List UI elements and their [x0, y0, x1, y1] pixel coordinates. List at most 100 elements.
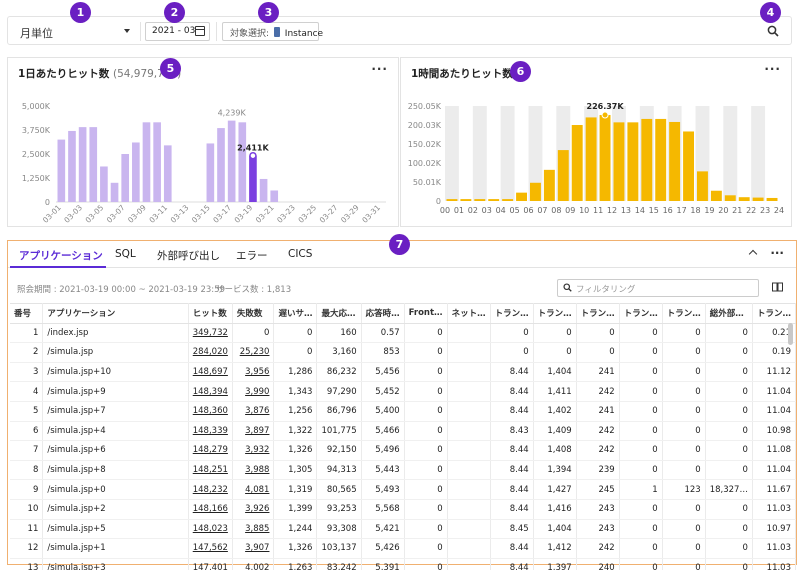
column-header[interactable]: 番号 — [10, 303, 44, 324]
fail-count-link[interactable]: 3,926 — [232, 499, 275, 520]
table-cell: 242 — [576, 421, 620, 442]
fail-count-link[interactable]: 3,988 — [232, 460, 275, 481]
bar — [68, 130, 76, 202]
table-cell: 93,253 — [316, 499, 362, 520]
fail-count-link[interactable]: 3,990 — [232, 381, 275, 402]
column-header[interactable]: トラン… — [752, 303, 797, 324]
table-cell: 0 — [404, 401, 448, 422]
table-row[interactable]: 7/simula.jsp+6 148,279 3,932 1,326 92,150 5,4… — [10, 440, 797, 461]
y-tick-label: 0 — [436, 197, 441, 206]
table-cell: 0 — [662, 421, 706, 442]
fail-count-link[interactable]: 3,956 — [232, 362, 275, 383]
column-header[interactable]: アプリケーション — [42, 303, 189, 324]
hit-count-link[interactable]: 148,339 — [188, 421, 233, 442]
more-menu-icon[interactable]: ··· — [371, 62, 388, 76]
table-cell: 0 — [619, 421, 663, 442]
fail-count-link[interactable]: 3,932 — [232, 440, 275, 461]
column-header[interactable]: トラン… — [662, 303, 706, 324]
table-row[interactable]: 3/simula.jsp+10 148,697 3,956 1,286 86,232 5,… — [10, 362, 797, 383]
fail-count-link[interactable]: 25,230 — [232, 342, 275, 363]
table-row[interactable]: 11/simula.jsp+5 148,023 3,885 1,244 93,308 5,… — [10, 519, 797, 540]
x-tick-label: 03-11 — [147, 203, 169, 225]
table-cell: 9 — [10, 479, 44, 500]
y-tick-label: 2,500K — [22, 150, 51, 159]
bar — [100, 166, 108, 202]
hit-count-link[interactable]: 148,166 — [188, 499, 233, 520]
tab-sql[interactable]: SQL — [115, 248, 136, 260]
column-header[interactable]: 失敗数 — [232, 303, 275, 324]
table-row[interactable]: 8/simula.jsp+8 148,251 3,988 1,305 94,313 5,4… — [10, 460, 797, 481]
fail-count-link[interactable]: 3,897 — [232, 421, 275, 442]
search-icon[interactable] — [767, 25, 779, 37]
column-header[interactable]: 総外部… — [705, 303, 753, 324]
table-row[interactable]: 10/simula.jsp+2 148,166 3,926 1,399 93,253 5,… — [10, 499, 797, 520]
table-cell: 5,466 — [361, 421, 405, 442]
table-cell: 86,232 — [316, 362, 362, 383]
chevron-down-icon[interactable] — [124, 29, 130, 33]
hit-count-link[interactable]: 148,023 — [188, 519, 233, 540]
table-row[interactable]: 2/simula.jsp 284,020 25,230 0 3,160 853 0 0 0 0 0 0… — [10, 342, 797, 363]
table-cell: 1,404 — [533, 519, 577, 540]
fail-count-link[interactable]: 3,885 — [232, 519, 275, 540]
table-cell: 0 — [404, 323, 448, 344]
table-cell: 101,775 — [316, 421, 362, 442]
table-cell — [447, 440, 491, 461]
more-menu-icon[interactable]: ··· — [764, 62, 781, 76]
column-header[interactable]: 応答時… — [361, 303, 405, 324]
target-select-button[interactable]: 対象選択: Instance — [222, 22, 323, 41]
hit-count-link[interactable]: 148,394 — [188, 381, 233, 402]
date-picker[interactable]: 2021 - 03 — [145, 22, 210, 41]
column-header[interactable]: トラン… — [490, 303, 534, 324]
table-row[interactable]: 4/simula.jsp+9 148,394 3,990 1,343 97,290 5,4… — [10, 381, 797, 402]
hit-count-link[interactable]: 147,401 — [188, 558, 233, 570]
tab-cics[interactable]: CICS — [288, 248, 312, 260]
hit-count-link[interactable]: 284,020 — [188, 342, 233, 363]
collapse-icon[interactable] — [748, 249, 758, 259]
column-header[interactable]: 最大応… — [316, 303, 362, 324]
hit-count-link[interactable]: 148,279 — [188, 440, 233, 461]
x-tick-label: 03 — [482, 206, 492, 215]
table-row[interactable]: 9/simula.jsp+0 148,232 4,081 1,319 80,565 5,4… — [10, 479, 797, 500]
table-row[interactable]: 1/index.jsp 349,732 0 0 160 0.57 0 0 0 0 0 0 0 0.21 — [10, 323, 797, 344]
tab-error[interactable]: エラー — [236, 248, 268, 263]
table-cell: 11.04 — [752, 381, 797, 402]
filter-input[interactable]: フィルタリング — [557, 279, 759, 297]
fail-count-link[interactable]: 4,002 — [232, 558, 275, 570]
table-row[interactable]: 6/simula.jsp+4 148,339 3,897 1,322 101,775 5,… — [10, 421, 797, 442]
hit-count-link[interactable]: 147,562 — [188, 538, 233, 559]
column-header[interactable]: ネット… — [447, 303, 491, 324]
bar — [710, 190, 722, 201]
table-cell: 0 — [404, 499, 448, 520]
table-cell: 245 — [576, 479, 620, 500]
table-cell: 0 — [705, 538, 753, 559]
fail-count-link[interactable]: 4,081 — [232, 479, 275, 500]
hit-count-link[interactable]: 148,232 — [188, 479, 233, 500]
scrollbar-thumb[interactable] — [788, 323, 793, 345]
table-row[interactable]: 13/simula.jsp+3 147,401 4,002 1,263 83,242 5,… — [10, 558, 797, 570]
tab-application[interactable]: アプリケーション — [19, 248, 103, 263]
column-header[interactable]: トラン… — [619, 303, 663, 324]
fail-count-link[interactable]: 0 — [232, 323, 275, 344]
hit-count-link[interactable]: 148,697 — [188, 362, 233, 383]
x-tick-label: 11 — [593, 206, 603, 215]
calendar-icon[interactable] — [195, 26, 205, 36]
hit-count-link[interactable]: 349,732 — [188, 323, 233, 344]
column-header[interactable]: 遅いサ… — [273, 303, 318, 324]
step-badge-7: 7 — [389, 234, 410, 255]
column-header[interactable]: トラン… — [576, 303, 620, 324]
x-tick-label: 12 — [607, 206, 617, 215]
column-header[interactable]: ヒット数 — [188, 303, 233, 324]
fail-count-link[interactable]: 3,876 — [232, 401, 275, 422]
column-settings-icon[interactable] — [772, 282, 783, 292]
hit-count-link[interactable]: 148,251 — [188, 460, 233, 481]
hit-count-link[interactable]: 148,360 — [188, 401, 233, 422]
table-row[interactable]: 12/simula.jsp+1 147,562 3,907 1,326 103,137 5… — [10, 538, 797, 559]
column-header[interactable]: Front… — [404, 303, 448, 324]
tab-external-call[interactable]: 外部呼び出し — [157, 248, 220, 263]
fail-count-link[interactable]: 3,907 — [232, 538, 275, 559]
period-select[interactable]: 月単位 — [20, 25, 53, 41]
bar — [217, 128, 225, 202]
table-row[interactable]: 5/simula.jsp+7 148,360 3,876 1,256 86,796 5,4… — [10, 401, 797, 422]
column-header[interactable]: トラン… — [533, 303, 577, 324]
more-menu-icon[interactable]: ··· — [770, 246, 784, 260]
